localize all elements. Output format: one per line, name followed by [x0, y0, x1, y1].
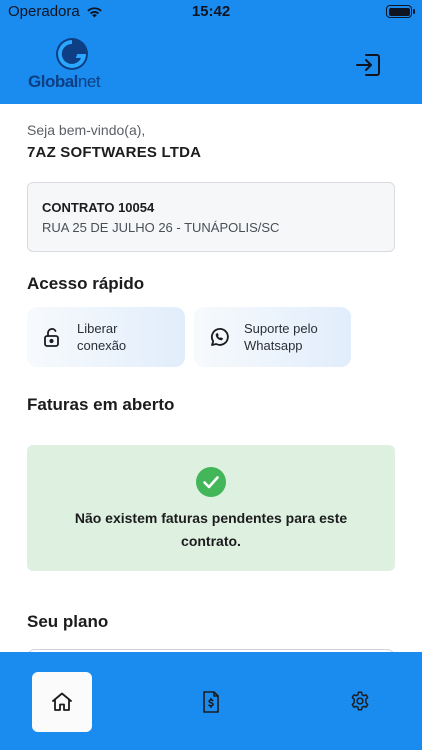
tab-invoices[interactable] [196, 686, 226, 718]
bottom-tab-bar [0, 652, 422, 750]
company-name: 7AZ SOFTWARES LTDA [27, 144, 202, 161]
logout-icon [356, 54, 380, 76]
contract-title: CONTRATO 10054 [42, 200, 155, 215]
unlock-icon [44, 328, 59, 347]
main-content[interactable]: Seja bem-vindo(a), 7AZ SOFTWARES LTDA CO… [0, 104, 422, 652]
logo-text-light: net [77, 72, 101, 91]
invoice-icon [203, 691, 219, 713]
app-header: Operadora 15:42 Globalnet [0, 0, 422, 104]
gear-icon [351, 691, 369, 711]
globalnet-logo: Globalnet [28, 36, 120, 92]
whatsapp-support-button[interactable]: Suporte pelo Whatsapp [194, 307, 351, 367]
welcome-text: Seja bem-vindo(a), [27, 122, 146, 138]
tab-settings[interactable] [345, 686, 375, 716]
unlock-connection-label: Liberar conexão [77, 321, 127, 353]
check-circle-icon [196, 467, 226, 497]
logo-wordmark: Globalnet [28, 72, 101, 92]
your-plan-title: Seu plano [27, 612, 109, 631]
app-screen: Operadora 15:42 Globalnet Seja bem-vindo… [0, 0, 422, 750]
status-time: 15:42 [191, 3, 231, 20]
contract-card[interactable]: CONTRATO 10054 RUA 25 DE JULHO 26 - TUNÁ… [27, 182, 395, 252]
status-bar: Operadora 15:42 [0, 0, 422, 24]
tab-home[interactable] [32, 672, 92, 732]
logo-text-bold: Global [28, 72, 78, 91]
battery-icon [386, 5, 415, 18]
contract-address: RUA 25 DE JULHO 26 - TUNÁPOLIS/SC [42, 220, 280, 235]
logout-button[interactable] [354, 52, 382, 78]
quick-access-title: Acesso rápido [27, 274, 145, 293]
home-icon [52, 692, 72, 711]
whatsapp-icon [210, 328, 229, 346]
unlock-connection-button[interactable]: Liberar conexão [27, 307, 185, 367]
no-invoices-card: Não existem faturas pendentes para este … [27, 445, 395, 571]
whatsapp-support-label: Suporte pelo Whatsapp [244, 321, 318, 353]
logo-mark-icon [56, 38, 88, 70]
open-invoices-title: Faturas em aberto [27, 395, 175, 414]
no-invoices-message: Não existem faturas pendentes para este … [74, 510, 348, 549]
